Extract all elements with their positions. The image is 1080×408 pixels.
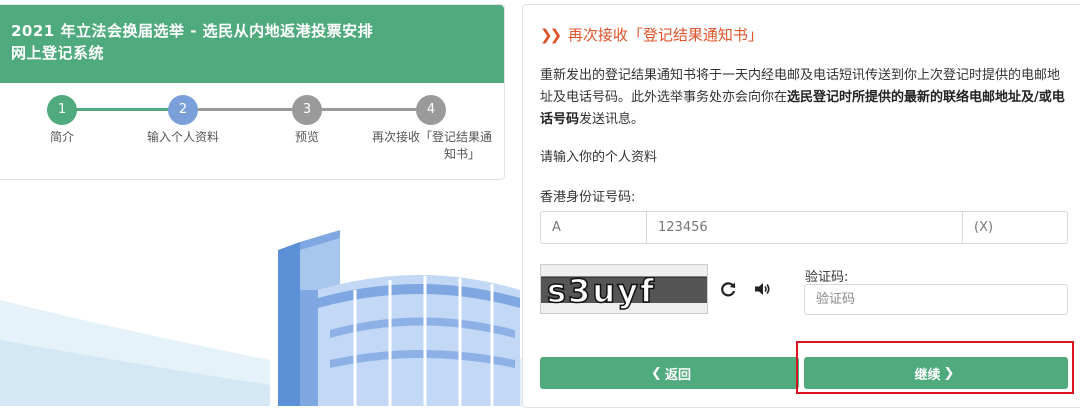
hkid-input-group: A 123456 (X) — [540, 211, 1068, 244]
hkid-check-digit-field[interactable]: (X) — [963, 212, 1067, 243]
reissue-form-panel: ❯❯ 再次接收「登记结果通知书」 重新发出的登记结果通知书将于一天内经电邮及电话… — [522, 4, 1080, 408]
step-2-label: 输入个人资料 — [146, 130, 219, 144]
stepper: 1 2 3 4 简介 输入个人资料 预览 再次接收「登记结果通 知书」 — [0, 83, 504, 181]
step-2-circle: 2 — [168, 95, 198, 125]
section-title-text: 再次接收「登记结果通知书」 — [567, 26, 763, 44]
building-illustration — [0, 230, 530, 406]
refresh-icon[interactable] — [719, 280, 737, 298]
notice-paragraph: 重新发出的登记结果通知书将于一天内经电邮及电话短讯传送到你上次登记时提供的电邮地… — [540, 68, 1065, 127]
personal-info-prompt: 请输入你的个人资料 — [540, 150, 658, 165]
step-connector-3 — [307, 108, 431, 111]
chevron-left-icon: ❮ — [651, 365, 662, 381]
step-connector-1 — [62, 108, 183, 111]
double-chevron-right-icon: ❯❯ — [540, 26, 562, 44]
captcha-input[interactable]: 验证码 — [804, 284, 1068, 315]
system-title-line1: 2021 年立法会换届选举 - 选民从内地返港投票安排 — [11, 22, 374, 40]
speaker-icon[interactable] — [753, 280, 771, 298]
step-connector-2 — [183, 108, 307, 111]
hkid-prefix-field[interactable]: A — [541, 212, 647, 243]
step-4-circle: 4 — [416, 95, 446, 125]
system-title-line2: 网上登记系统 — [11, 44, 105, 62]
chevron-right-icon: ❯ — [943, 365, 955, 381]
hkid-digits-field[interactable]: 123456 — [647, 212, 963, 243]
captcha-image: s3uyf — [540, 264, 708, 314]
system-title: 2021 年立法会换届选举 - 选民从内地返港投票安排 网上登记系统 — [0, 5, 504, 83]
hkid-label: 香港身份证号码: — [540, 190, 636, 205]
captcha-label: 验证码: — [805, 270, 849, 285]
progress-panel: 2021 年立法会换届选举 - 选民从内地返港投票安排 网上登记系统 1 2 3… — [0, 4, 505, 180]
step-1-circle: 1 — [47, 95, 77, 125]
step-1-label: 简介 — [49, 130, 74, 144]
step-4-label: 再次接收「登记结果通 知书」 — [371, 130, 492, 161]
step-3-circle: 3 — [292, 95, 322, 125]
captcha-text: s3uyf — [547, 272, 656, 310]
section-title: ❯❯ 再次接收「登记结果通知书」 — [540, 24, 763, 45]
continue-button[interactable]: 继续 ❯ — [804, 357, 1068, 389]
step-3-label: 预览 — [294, 130, 319, 144]
back-button[interactable]: ❮ 返回 — [540, 357, 799, 389]
